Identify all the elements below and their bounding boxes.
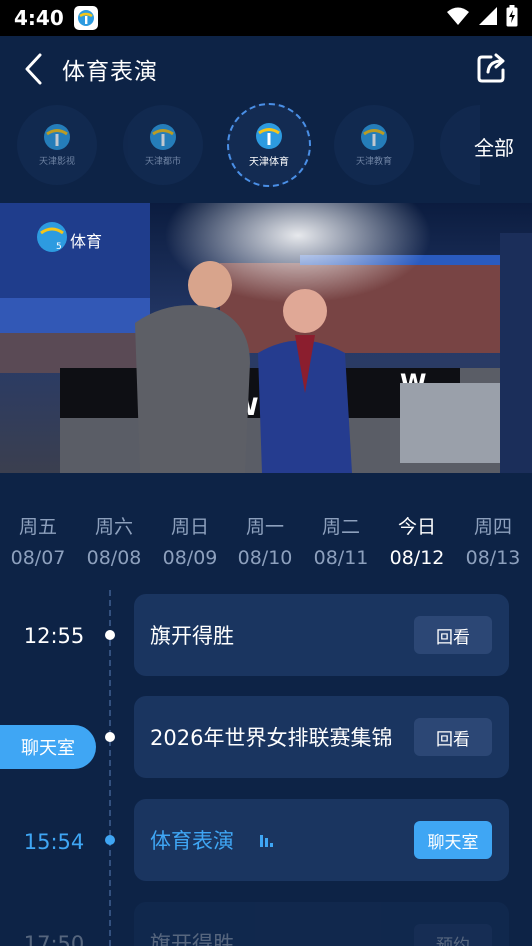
channel-name: 天津影视: [38, 157, 75, 167]
app-logo-icon: [73, 6, 98, 30]
share-icon: [477, 53, 505, 83]
reserve-button[interactable]: 预约: [414, 924, 492, 946]
date-tab-today[interactable]: 今日 08/12: [379, 512, 455, 569]
timeline-dot-live: [105, 835, 115, 845]
date-tab-date: 08/07: [10, 547, 66, 569]
chevron-left-icon: [25, 53, 42, 85]
date-tab-weekday: 周二: [321, 516, 360, 538]
channel-logo-icon: [256, 123, 282, 149]
date-tab-date: 08/13: [465, 547, 521, 569]
date-tab[interactable]: 周六 08/08: [76, 512, 152, 569]
video-frame: W W 5 体育: [0, 203, 532, 473]
live-indicator-icon: [260, 835, 273, 847]
signal-icon: [478, 6, 498, 30]
channel-item-active[interactable]: 天津体育: [227, 103, 311, 187]
channel-selector: 天津影视 天津都市 天津体育 天津教育 全部: [0, 102, 532, 192]
timeline-dot: [105, 732, 115, 742]
channel-name: 天津都市: [144, 157, 181, 167]
status-time: 4:40: [14, 6, 64, 30]
channel-logo-icon: [44, 124, 70, 150]
timeline-dot: [105, 630, 115, 640]
date-tab[interactable]: 周四 08/13: [455, 512, 531, 569]
status-bar: 4:40: [0, 0, 532, 36]
program-title: 旗开得胜: [150, 624, 234, 648]
program-card-live[interactable]: 体育表演 聊天室: [134, 799, 509, 881]
wifi-icon: [446, 6, 470, 30]
channel-item[interactable]: 天津都市: [123, 105, 203, 185]
all-channels-button[interactable]: 全部: [474, 132, 514, 161]
video-player[interactable]: W W 5 体育: [0, 203, 532, 473]
program-card[interactable]: 旗开得胜 回看: [134, 594, 509, 676]
page-title: 体育表演: [62, 59, 158, 85]
date-tab[interactable]: 周二 08/11: [303, 512, 379, 569]
program-title: 体育表演: [150, 829, 234, 853]
date-tab-weekday: 周四: [473, 516, 512, 538]
replay-button[interactable]: 回看: [414, 718, 492, 756]
channel-badge-label: 体育: [70, 232, 102, 251]
date-tab-weekday: 周五: [18, 516, 57, 538]
chatroom-button[interactable]: 聊天室: [414, 821, 492, 859]
timeline-line: [109, 590, 111, 946]
date-tab-date: 08/08: [86, 547, 142, 569]
program-title: 2026年世界女排联赛集锦: [150, 726, 393, 750]
channel-name: 天津教育: [355, 157, 392, 167]
date-tab-date: 08/12: [389, 547, 445, 569]
date-tab-weekday: 周一: [245, 516, 284, 538]
back-button[interactable]: [20, 52, 50, 86]
channel-item[interactable]: 天津教育: [334, 105, 414, 185]
channel-logo-icon: [361, 124, 387, 150]
date-tabs: 周五 08/07 周六 08/08 周日 08/09 周一 08/10 周二 0…: [0, 512, 532, 582]
date-tab[interactable]: 周一 08/10: [227, 512, 303, 569]
program-time: 17:50: [23, 932, 85, 946]
channel-number: 5: [56, 242, 62, 252]
date-tab-weekday: 周日: [170, 516, 209, 538]
channel-name: 天津体育: [249, 157, 289, 168]
share-button[interactable]: [474, 50, 510, 86]
date-tab[interactable]: 周日 08/09: [152, 512, 228, 569]
channel-item[interactable]: 天津影视: [17, 105, 97, 185]
date-tab-weekday: 周六: [94, 516, 133, 538]
date-tab-date: 08/09: [162, 547, 218, 569]
header: 体育表演: [0, 36, 532, 102]
program-title: 旗开得胜: [150, 932, 234, 946]
date-tab[interactable]: 周五 08/07: [0, 512, 76, 569]
program-time: 12:55: [23, 624, 85, 648]
date-tab-weekday: 今日: [397, 516, 436, 538]
replay-button[interactable]: 回看: [414, 616, 492, 654]
chatroom-floating-button[interactable]: 聊天室: [0, 725, 96, 769]
program-card[interactable]: 旗开得胜 预约: [134, 902, 509, 946]
battery-charging-icon: [506, 5, 518, 31]
channel-logo-icon: [150, 124, 176, 150]
date-tab-date: 08/11: [313, 547, 369, 569]
program-card[interactable]: 2026年世界女排联赛集锦 回看: [134, 696, 509, 778]
date-tab-date: 08/10: [237, 547, 293, 569]
program-time-live: 15:54: [23, 830, 85, 854]
